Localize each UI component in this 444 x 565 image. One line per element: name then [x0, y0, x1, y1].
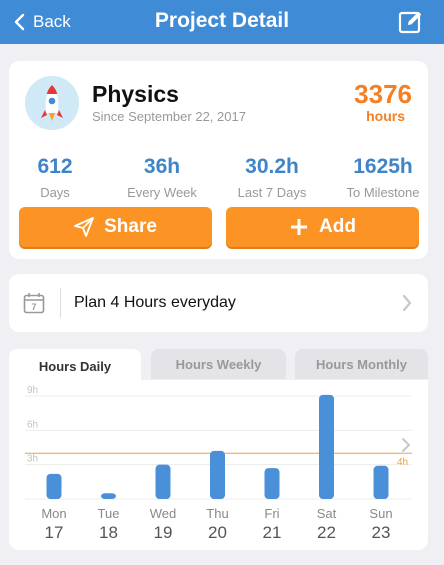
- chevron-right-icon: [402, 438, 410, 452]
- stat-every-week: 36h Every Week: [110, 155, 214, 200]
- bar-wed: [155, 464, 171, 499]
- x-day-number: 23: [372, 523, 391, 542]
- divider: [60, 288, 61, 318]
- y-tick-label: 9h: [27, 385, 38, 396]
- add-label: Add: [319, 216, 356, 237]
- x-day-number: 22: [317, 523, 336, 542]
- total-hours-value: 3376: [354, 79, 412, 109]
- nav-bar: Back Project Detail: [0, 0, 444, 44]
- share-button[interactable]: Share: [19, 207, 212, 247]
- plus-icon: [291, 219, 308, 235]
- project-start-date: Since September 22, 2017: [92, 109, 246, 124]
- x-day-number: 20: [208, 523, 227, 542]
- paper-plane-icon: [74, 217, 94, 237]
- stat-days: 612 Days: [3, 155, 107, 200]
- stat-label: Every Week: [127, 185, 197, 200]
- project-name: Physics: [92, 81, 179, 107]
- goal-label: 4h: [397, 457, 408, 468]
- tab-hours-daily[interactable]: Hours Daily: [9, 349, 141, 383]
- x-day-name: Sun: [369, 506, 392, 521]
- x-day-number: 19: [154, 523, 173, 542]
- bar-chart: 3h 6h 9h 4h Mon 17 Tue 18 Wed 19 Thu 20 Fri 21 Sat 22 Su…: [25, 385, 412, 542]
- stat-value: 1625h: [353, 155, 413, 178]
- y-tick-label: 6h: [27, 419, 38, 430]
- tab-hours-weekly[interactable]: Hours Weekly: [151, 349, 286, 379]
- stats-row: 612 Days 36h Every Week 30.2h Last 7 Day…: [9, 155, 428, 201]
- daily-hours-chart: 3h 6h 9h 4h Mon 17 Tue 18 Wed 19 Thu 20 Fri 21 Sat 22 Su…: [9, 380, 428, 550]
- stat-label: Last 7 Days: [237, 185, 307, 200]
- bar-sun: [373, 465, 389, 499]
- tab-hours-monthly[interactable]: Hours Monthly: [295, 349, 428, 379]
- project-avatar: [25, 76, 79, 130]
- project-summary-card: Physics Since September 22, 2017 3376 ho…: [9, 61, 428, 259]
- plan-row[interactable]: 7 Plan 4 Hours everyday: [9, 274, 428, 332]
- bar-thu: [210, 450, 225, 499]
- stat-last-7-days: 30.2h Last 7 Days: [220, 155, 324, 200]
- x-day-name: Sat: [317, 506, 337, 521]
- x-day-name: Fri: [264, 506, 279, 521]
- x-day-name: Tue: [98, 506, 120, 521]
- x-day-name: Wed: [150, 506, 177, 521]
- plan-text: Plan 4 Hours everyday: [74, 294, 236, 311]
- bar-mon: [46, 473, 62, 499]
- total-hours-unit: hours: [366, 108, 405, 124]
- stat-label: Days: [40, 185, 70, 200]
- bar-sat: [319, 394, 334, 499]
- share-label: Share: [104, 216, 157, 237]
- x-day-number: 21: [263, 523, 282, 542]
- x-day-number: 18: [99, 523, 118, 542]
- edit-icon[interactable]: [398, 9, 424, 35]
- bar-tue: [101, 493, 116, 499]
- x-day-name: Mon: [41, 506, 66, 521]
- stat-label: To Milestone: [346, 185, 420, 200]
- x-day-name: Thu: [206, 506, 228, 521]
- stat-value: 36h: [143, 155, 181, 178]
- rocket-icon: [25, 76, 79, 130]
- stat-to-milestone: 1625h To Milestone: [331, 155, 435, 200]
- calendar-icon: 7: [23, 293, 45, 314]
- page-title: Project Detail: [154, 9, 290, 32]
- chevron-right-icon: [402, 294, 412, 312]
- add-button[interactable]: Add: [226, 207, 419, 247]
- bar-fri: [264, 468, 280, 499]
- calendar-day: 7: [31, 302, 36, 312]
- stat-value: 612: [37, 155, 73, 178]
- x-day-number: 17: [45, 523, 64, 542]
- y-tick-label: 3h: [27, 454, 38, 465]
- stat-value: 30.2h: [245, 155, 299, 178]
